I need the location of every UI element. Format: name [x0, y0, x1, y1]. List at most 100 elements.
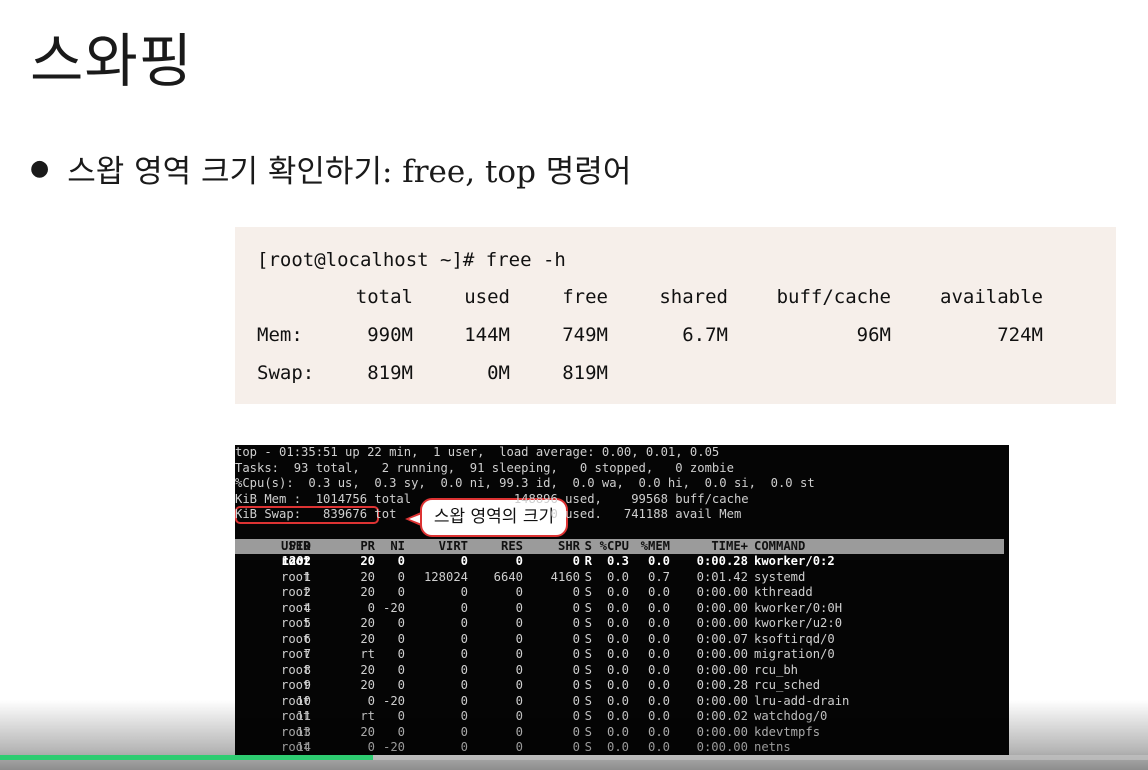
top-process-cell: 128024	[423, 569, 468, 584]
top-process-cell: 20	[360, 662, 375, 677]
top-process-cell: root	[281, 554, 311, 568]
top-process-cell: 0.0	[606, 631, 629, 646]
bullet-dot-icon: ●	[30, 156, 50, 181]
top-process-cell: 20	[360, 616, 375, 630]
top-process-cell: 0.0	[606, 647, 629, 661]
top-process-cell: 0	[397, 569, 405, 584]
top-process-cell: 0	[572, 647, 580, 661]
top-process-cell: 0	[572, 631, 580, 646]
top-process-cell: 0:00.00	[696, 662, 748, 677]
top-process-cell: 0	[460, 631, 468, 646]
bullet-item: ● 스왑 영역 크기 확인하기: free, top 명령어	[30, 146, 631, 191]
top-process-cell: S	[584, 662, 592, 677]
top-column-header: %MEM	[640, 539, 670, 553]
top-column-header: VIRT	[438, 539, 468, 553]
top-process-cell: root	[281, 709, 311, 723]
top-process-cell: 0.0	[606, 709, 629, 723]
top-process-cell: 0.3	[606, 554, 629, 568]
top-process-cell: 0	[397, 616, 405, 630]
top-process-cell: 0	[460, 600, 468, 615]
top-process-cell: root	[281, 740, 311, 754]
top-process-cell: 0:00.00	[696, 740, 748, 754]
top-process-cell: 0:01.42	[696, 569, 748, 584]
top-process-cell: 0	[397, 554, 405, 568]
top-process-cell: 0:00.00	[696, 647, 748, 661]
top-process-cell: 0	[460, 554, 468, 568]
top-process-cell: 0	[515, 724, 523, 739]
top-process-cell: S	[584, 724, 592, 739]
top-column-header: RES	[500, 539, 523, 553]
video-progress-track[interactable]	[0, 755, 1148, 760]
top-process-cell: 20	[360, 631, 375, 646]
top-process-cell: 0	[397, 585, 405, 599]
top-process-cell: 0:00.28	[696, 678, 748, 692]
top-process-cell: 0	[515, 709, 523, 723]
top-process-cell: 0:00.00	[696, 600, 748, 615]
top-process-cell: 0	[572, 724, 580, 739]
top-process-cell: -20	[382, 600, 405, 615]
top-process-cell: 0	[572, 662, 580, 677]
top-process-cell: kdevtmpfs	[754, 724, 821, 739]
top-process-cell: 0.0	[606, 585, 629, 599]
top-process-cell: root	[281, 693, 311, 708]
top-column-header: COMMAND	[754, 539, 806, 553]
top-process-cell: 0.0	[647, 724, 670, 739]
top-process-cell: 0	[460, 693, 468, 708]
top-process-cell: 0	[460, 709, 468, 723]
top-process-cell: 0.0	[606, 569, 629, 584]
top-process-cell: 0	[397, 678, 405, 692]
top-process-cell: 6640	[493, 569, 523, 584]
top-process-cell: 0.0	[647, 616, 670, 630]
top-process-cell: S	[584, 585, 592, 599]
top-process-cell: root	[281, 678, 311, 692]
top-process-cell: 0	[572, 600, 580, 615]
top-process-cell: 20	[360, 569, 375, 584]
top-process-cell: 0	[515, 662, 523, 677]
free-cell: 144M	[464, 324, 510, 346]
top-process-cell: 0.0	[647, 740, 670, 754]
top-process-cell: 0.0	[647, 554, 670, 568]
top-process-cell: kworker/u2:0	[754, 616, 843, 630]
top-process-cell: systemd	[754, 569, 806, 584]
top-process-cell: 0.0	[606, 724, 629, 739]
top-process-cell: 20	[360, 554, 375, 568]
top-process-cell: ksoftirqd/0	[754, 631, 835, 646]
top-process-cell: 0	[515, 616, 523, 630]
top-process-cell: 0	[397, 631, 405, 646]
top-process-cell: kthreadd	[754, 585, 813, 599]
top-process-cell: -20	[382, 693, 405, 708]
top-process-cell: 0	[572, 740, 580, 754]
top-process-cell: 20	[360, 585, 375, 599]
free-cell: 6.7M	[682, 324, 728, 346]
top-process-cell: 20	[360, 678, 375, 692]
top-process-cell: rcu_sched	[754, 678, 821, 692]
top-process-cell: 0	[572, 709, 580, 723]
free-column-header: used	[464, 286, 510, 308]
top-process-cell: kworker/0:0H	[754, 600, 843, 615]
top-process-cell: 0	[397, 647, 405, 661]
top-process-cell: S	[584, 631, 592, 646]
top-process-cell: 0:00.00	[696, 693, 748, 708]
top-process-cell: 0	[572, 554, 580, 568]
top-process-cell: root	[281, 569, 311, 584]
top-summary-line: KiB Mem : 1014756 total 148896 used, 995…	[235, 491, 749, 506]
free-column-header: available	[940, 286, 1043, 308]
free-cell: 749M	[562, 324, 608, 346]
top-process-cell: 0.0	[606, 662, 629, 677]
top-column-header: TIME+	[711, 539, 748, 553]
top-process-cell: 0	[572, 616, 580, 630]
top-process-cell: 0	[397, 709, 405, 723]
top-process-cell: root	[281, 600, 311, 615]
top-summary-line: Tasks: 93 total, 2 running, 91 sleeping,…	[235, 460, 734, 475]
top-process-cell: 0:00.28	[696, 554, 748, 568]
top-column-header: SHR	[557, 539, 580, 553]
top-process-cell: S	[584, 616, 592, 630]
top-process-cell: migration/0	[754, 647, 835, 661]
top-column-header: USER	[281, 539, 311, 553]
top-process-cell: 0	[460, 647, 468, 661]
free-output-box: [root@localhost ~]# free -h total used fre…	[235, 227, 1116, 404]
free-cell: 96M	[856, 324, 891, 346]
top-process-cell: 0	[460, 724, 468, 739]
free-row-label: Swap:	[257, 362, 315, 384]
top-column-header: %CPU	[599, 539, 629, 553]
